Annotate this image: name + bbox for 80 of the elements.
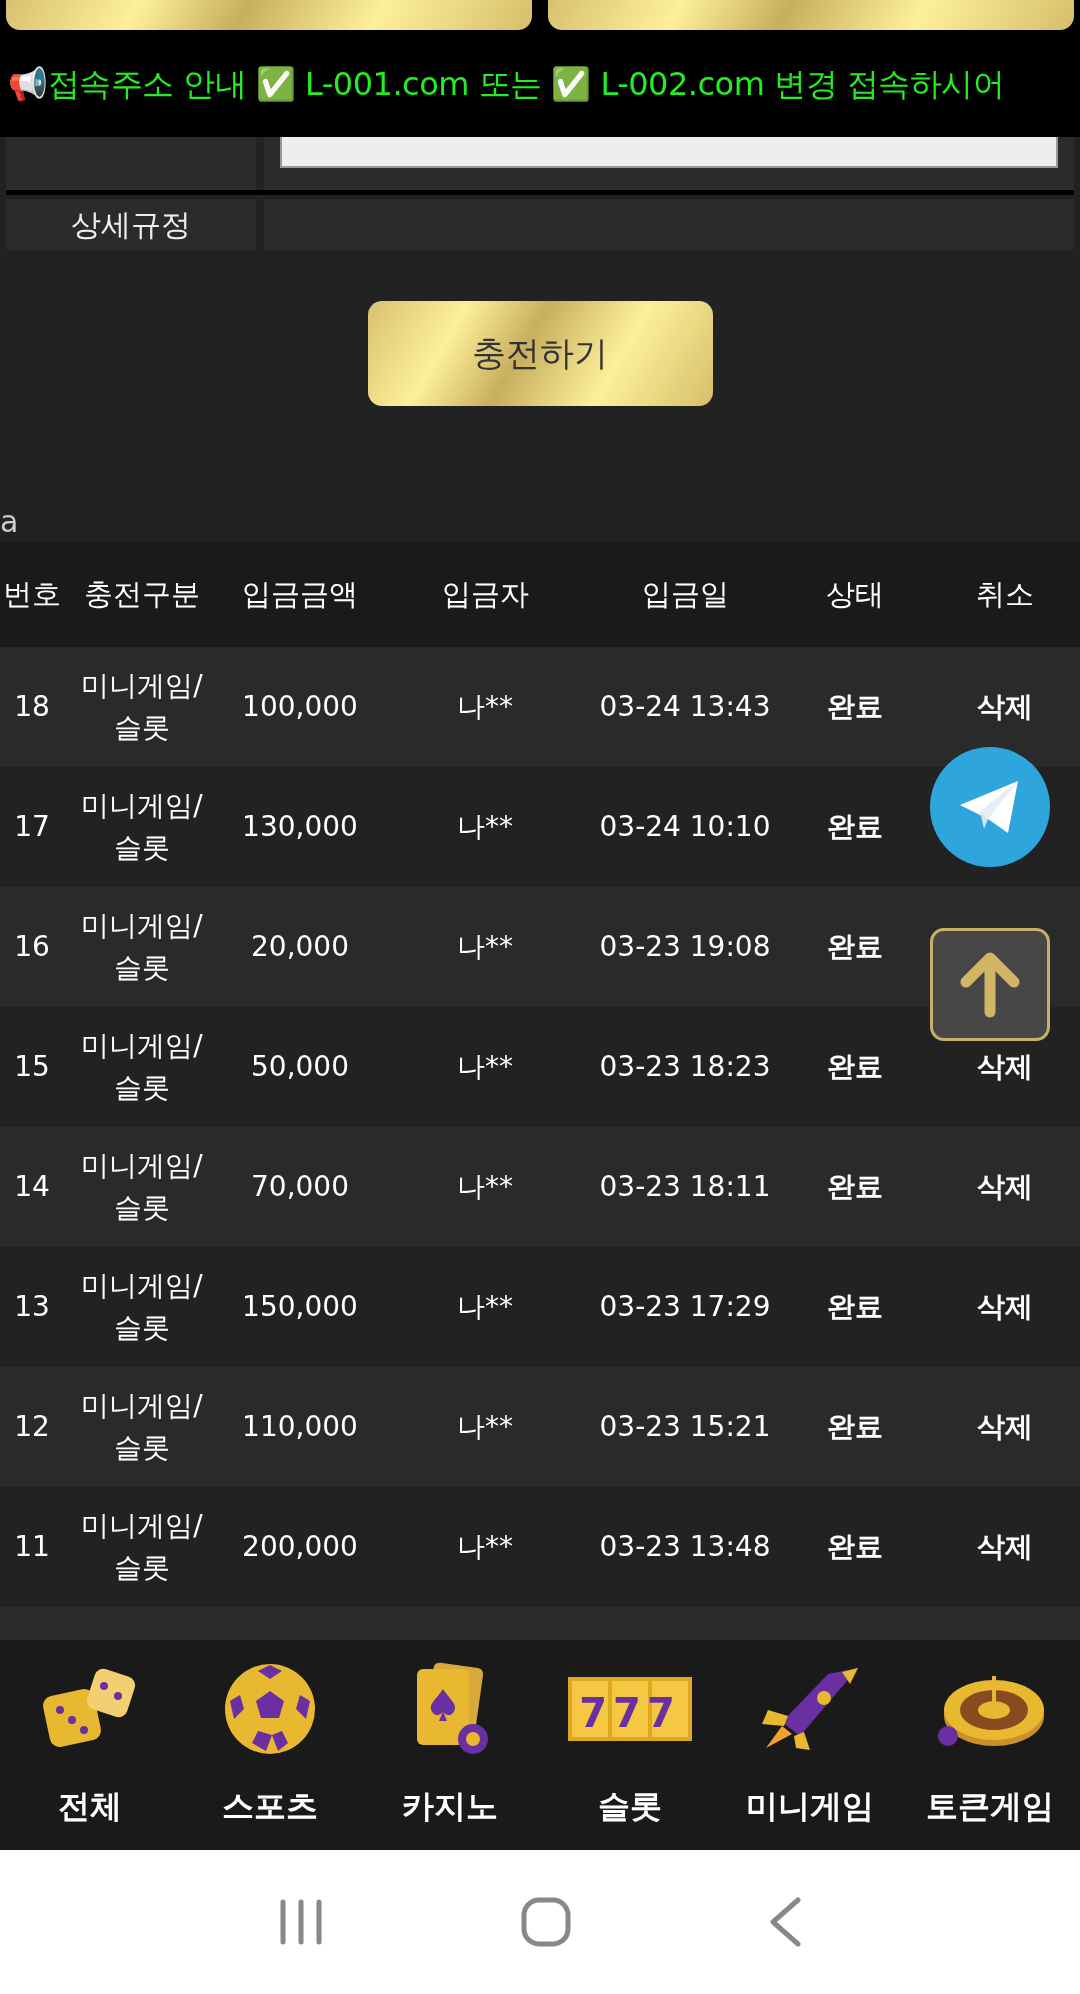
column-header: 입금금액 — [220, 542, 380, 647]
table-cell: 미니게임/슬롯 — [64, 887, 220, 1007]
table-cell: 나** — [380, 767, 590, 887]
table-cell: 12 — [0, 1367, 64, 1487]
status-cell: 완료 — [780, 767, 930, 887]
table-cell: 03-23 18:11 — [590, 1127, 780, 1247]
status-cell: 완료 — [780, 1007, 930, 1127]
slot-icon: 777 — [568, 1677, 692, 1741]
column-header: 번호 — [0, 542, 64, 647]
table-cell: 미니게임/슬롯 — [64, 1367, 220, 1487]
table-cell: 13 — [0, 1247, 64, 1367]
status-cell: 완료 — [780, 647, 930, 767]
table-cell: 나** — [380, 1367, 590, 1487]
table-cell: 110,000 — [220, 1367, 380, 1487]
table-cell: 03-23 19:08 — [590, 887, 780, 1007]
table-cell: 03-23 15:21 — [590, 1367, 780, 1487]
table-cell: 미니게임/슬롯 — [64, 1007, 220, 1127]
column-header: 입금자 — [380, 542, 590, 647]
table-cell: 17 — [0, 767, 64, 887]
table-cell: 03-23 18:23 — [590, 1007, 780, 1127]
delete-link[interactable]: 삭제 — [977, 690, 1033, 723]
table-cell: 03-24 10:10 — [590, 767, 780, 887]
table-cell: 150,000 — [220, 1247, 380, 1367]
table-cell: 나** — [380, 887, 590, 1007]
input-field[interactable] — [280, 137, 1058, 168]
status-cell: 완료 — [780, 1487, 930, 1607]
table-cell: 미니게임/슬롯 — [64, 1247, 220, 1367]
table-cell: 03-24 13:43 — [590, 647, 780, 767]
back-icon[interactable] — [767, 1897, 802, 1947]
table-cell: 03-23 17:29 — [590, 1247, 780, 1367]
recent-apps-icon[interactable] — [278, 1898, 325, 1946]
table-cell: 16 — [0, 887, 64, 1007]
table-cell: 50,000 — [220, 1007, 380, 1127]
scroll-top-button[interactable] — [930, 928, 1050, 1041]
status-cell: 완료 — [780, 1367, 930, 1487]
status-cell: 완료 — [780, 1247, 930, 1367]
table-cell: 130,000 — [220, 767, 380, 887]
category-tab[interactable]: 스포츠 — [180, 1640, 360, 1850]
table-cell: 미니게임/슬롯 — [64, 1487, 220, 1607]
column-header: 취소 — [930, 542, 1080, 647]
soccer-ball-icon — [222, 1661, 318, 1757]
column-header: 입금일 — [590, 542, 780, 647]
status-cell: 완료 — [780, 1127, 930, 1247]
table-cell: 100,000 — [220, 647, 380, 767]
table-cell: 70,000 — [220, 1127, 380, 1247]
table-cell: 15 — [0, 1007, 64, 1127]
menu-button[interactable] — [548, 0, 1074, 30]
table-cell: 나** — [380, 647, 590, 767]
table-cell: 03-23 13:48 — [590, 1487, 780, 1607]
section-label: a — [0, 503, 19, 541]
category-tab[interactable]: 미니게임 — [720, 1640, 900, 1850]
category-tab[interactable]: 777 슬롯 — [540, 1640, 720, 1850]
status-cell: 완료 — [780, 887, 930, 1007]
home-icon[interactable] — [521, 1897, 571, 1947]
form-label: 상세규정 — [6, 199, 256, 250]
category-tab[interactable]: 토큰게임 — [900, 1640, 1080, 1850]
table-cell: 미니게임/슬롯 — [64, 647, 220, 767]
table-cell: 14 — [0, 1127, 64, 1247]
table-cell: 200,000 — [220, 1487, 380, 1607]
column-header: 상태 — [780, 542, 930, 647]
table-cell: 나** — [380, 1007, 590, 1127]
category-tab[interactable]: 카지노 — [360, 1640, 540, 1850]
table-cell: 나** — [380, 1487, 590, 1607]
table-cell: 나** — [380, 1247, 590, 1367]
delete-link[interactable]: 삭제 — [977, 1290, 1033, 1323]
delete-link[interactable]: 삭제 — [977, 1410, 1033, 1443]
charge-button[interactable]: 충전하기 — [367, 301, 713, 406]
table-cell: 18 — [0, 647, 64, 767]
table-cell: 미니게임/슬롯 — [64, 767, 220, 887]
delete-link[interactable]: 삭제 — [977, 1170, 1033, 1203]
table-cell: 나** — [380, 1127, 590, 1247]
table-cell: 11 — [0, 1487, 64, 1607]
notice-text: 📢접속주소 안내 ✅ L-001.com 또는 ✅ L-002.com 변경 접속하시어 — [8, 63, 1005, 105]
table-cell: 20,000 — [220, 887, 380, 1007]
menu-button[interactable] — [6, 0, 532, 30]
delete-link[interactable]: 삭제 — [977, 1530, 1033, 1563]
category-tab[interactable]: 전체 — [0, 1640, 180, 1850]
delete-link[interactable]: 삭제 — [977, 1050, 1033, 1083]
table-cell: 미니게임/슬롯 — [64, 1127, 220, 1247]
column-header: 충전구분 — [64, 542, 220, 647]
